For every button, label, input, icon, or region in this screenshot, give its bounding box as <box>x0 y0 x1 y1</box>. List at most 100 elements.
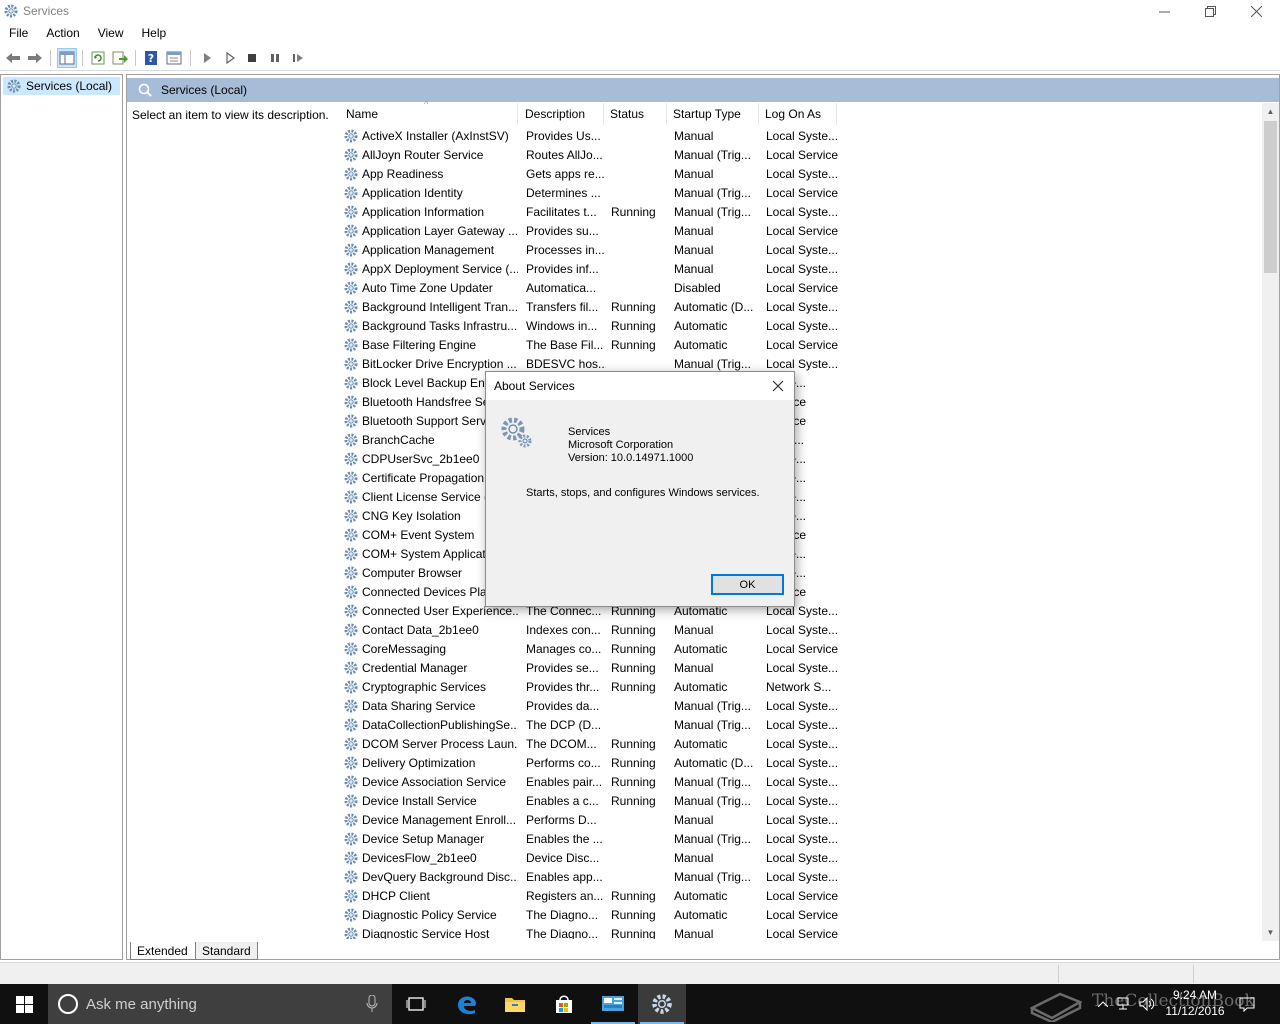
service-startup-type: Manual <box>674 623 714 637</box>
column-header-description[interactable]: Description <box>519 103 604 125</box>
table-row[interactable]: DevicesFlow_2b1ee0 Device Disc... Manual Lo… <box>340 849 1040 868</box>
show-hidden-icons-button[interactable] <box>1092 984 1114 1024</box>
tab-extended[interactable]: Extended <box>130 942 196 960</box>
table-row[interactable]: DCOM Server Process Laun... The DCOM... Ru… <box>340 735 1040 754</box>
minimize-button[interactable] <box>1141 0 1187 23</box>
properties-button[interactable] <box>164 48 184 68</box>
table-row[interactable]: Diagnostic Policy Service The Diagno... Ru… <box>340 906 1040 925</box>
table-row[interactable]: DataCollectionPublishingSe... The DCP (D.… <box>340 716 1040 735</box>
service-status: Running <box>611 737 656 751</box>
help-button[interactable]: ? <box>141 48 161 68</box>
cortana-search-box[interactable]: Ask me anything <box>48 984 392 1024</box>
menu-help[interactable]: Help <box>133 23 176 44</box>
scrollbar-thumb[interactable] <box>1264 121 1277 273</box>
service-log-on-as: Local Service <box>766 148 839 162</box>
service-gear-icon <box>344 699 358 713</box>
scroll-down-icon[interactable]: ▼ <box>1262 924 1279 941</box>
stop-service-button[interactable] <box>242 48 262 68</box>
task-view-button[interactable] <box>392 984 440 1024</box>
table-row[interactable]: AllJoyn Router Service Routes AllJo... Man… <box>340 146 1040 165</box>
table-row[interactable]: Device Install Service Enables a c... Runn… <box>340 792 1040 811</box>
service-log-on-as: Local Syste... <box>766 661 839 675</box>
column-header-log-on-as[interactable]: Log On As <box>759 103 837 125</box>
table-row[interactable]: ActiveX Installer (AxInstSV) Provides Us.… <box>340 127 1040 146</box>
vertical-scrollbar[interactable]: ▲ ▼ <box>1262 103 1279 941</box>
service-log-on-as: Local Syste... <box>766 243 839 257</box>
taskbar-edge[interactable] <box>443 984 491 1024</box>
service-gear-icon <box>344 262 358 276</box>
action-center-button[interactable] <box>1236 984 1258 1024</box>
table-row[interactable]: Background Intelligent Tran... Transfers … <box>340 298 1040 317</box>
forward-arrow-icon <box>28 53 42 63</box>
service-gear-icon <box>344 908 358 922</box>
table-row[interactable]: DevQuery Background Disc... Enables app..… <box>340 868 1040 887</box>
show-hide-console-tree-button[interactable] <box>57 48 77 68</box>
scroll-up-icon[interactable]: ▲ <box>1262 103 1279 120</box>
column-header-name[interactable]: Name ^ <box>340 99 518 125</box>
network-button[interactable] <box>1114 984 1136 1024</box>
table-row[interactable]: Base Filtering Engine The Base Fil... Runn… <box>340 336 1040 355</box>
table-row[interactable]: Background Tasks Infrastru... Windows in.… <box>340 317 1040 336</box>
service-description: Transfers fil... <box>526 300 599 314</box>
service-status: Running <box>611 680 656 694</box>
microphone-icon[interactable] <box>366 995 378 1013</box>
column-header-status[interactable]: Status <box>604 103 667 125</box>
table-row[interactable]: Application Identity Determines ... Manual… <box>340 184 1040 203</box>
export-list-button[interactable] <box>110 48 130 68</box>
table-row[interactable]: Cryptographic Services Provides thr... Run… <box>340 678 1040 697</box>
close-button[interactable] <box>1233 0 1279 23</box>
table-row[interactable]: Application Layer Gateway ... Provides su… <box>340 222 1040 241</box>
menu-action[interactable]: Action <box>37 23 88 44</box>
table-row[interactable]: Application Information Facilitates t... R… <box>340 203 1040 222</box>
start-button[interactable] <box>0 984 48 1024</box>
table-row[interactable]: Credential Manager Provides se... Running M… <box>340 659 1040 678</box>
table-row[interactable]: Delivery Optimization Performs co... Runni… <box>340 754 1040 773</box>
table-row[interactable]: Contact Data_2b1ee0 Indexes con... Running… <box>340 621 1040 640</box>
back-button[interactable] <box>3 48 23 68</box>
menu-file[interactable]: File <box>0 23 37 44</box>
service-description: Enables the ... <box>526 832 603 846</box>
refresh-button[interactable] <box>88 48 108 68</box>
start-service-button[interactable] <box>197 48 217 68</box>
table-row[interactable]: CoreMessaging Manages co... Running Automat… <box>340 640 1040 659</box>
taskbar-file-explorer[interactable] <box>491 984 539 1024</box>
table-row[interactable]: Application Management Processes in... Man… <box>340 241 1040 260</box>
dialog-close-icon[interactable] <box>770 378 786 394</box>
service-log-on-as: Local Syste... <box>766 319 839 333</box>
service-startup-type: Manual (Trig... <box>674 718 751 732</box>
start-service-alt-button[interactable] <box>220 48 240 68</box>
service-name: DevicesFlow_2b1ee0 <box>362 851 477 865</box>
restart-service-button[interactable] <box>288 48 308 68</box>
restore-button[interactable] <box>1187 0 1233 23</box>
ok-button[interactable]: OK <box>711 574 784 595</box>
forward-button[interactable] <box>25 48 45 68</box>
table-row[interactable]: Data Sharing Service Provides da... Manual… <box>340 697 1040 716</box>
table-row[interactable]: App Readiness Gets apps re... Manual Local … <box>340 165 1040 184</box>
service-gear-icon <box>344 870 358 884</box>
tree-item-services-local[interactable]: Services (Local) <box>3 77 120 95</box>
pause-service-button[interactable] <box>265 48 285 68</box>
menu-bar: File Action View Help <box>0 23 1280 44</box>
taskbar-services[interactable] <box>638 984 686 1024</box>
menu-view[interactable]: View <box>89 23 133 44</box>
volume-button[interactable] <box>1136 984 1158 1024</box>
table-row[interactable]: Diagnostic Service Host The Diagno... Runn… <box>340 925 1040 939</box>
table-row[interactable]: DHCP Client Registers an... Running Automat… <box>340 887 1040 906</box>
column-header-startup-type[interactable]: Startup Type <box>667 103 759 125</box>
system-clock[interactable]: 9:24 AM 11/12/2016 <box>1160 987 1230 1019</box>
taskbar-control-panel[interactable] <box>589 984 637 1024</box>
tab-standard[interactable]: Standard <box>196 942 258 960</box>
svg-text:?: ? <box>148 52 154 65</box>
taskbar: Ask me anything TheCollectionBook 9:24 A… <box>0 984 1280 1024</box>
service-gear-icon <box>344 300 358 314</box>
taskbar-store[interactable] <box>540 984 588 1024</box>
dialog-version: Version: 10.0.14971.1000 <box>568 452 694 464</box>
table-row[interactable]: AppX Deployment Service (... Provides inf… <box>340 260 1040 279</box>
toolbar: ? <box>0 45 1280 71</box>
table-row[interactable]: Auto Time Zone Updater Automatica... Disab… <box>340 279 1040 298</box>
table-row[interactable]: Device Management Enroll... Performs D...… <box>340 811 1040 830</box>
service-gear-icon <box>344 319 358 333</box>
table-row[interactable]: Device Association Service Enables pair..… <box>340 773 1040 792</box>
service-gear-icon <box>344 281 358 295</box>
table-row[interactable]: Device Setup Manager Enables the ... Manua… <box>340 830 1040 849</box>
